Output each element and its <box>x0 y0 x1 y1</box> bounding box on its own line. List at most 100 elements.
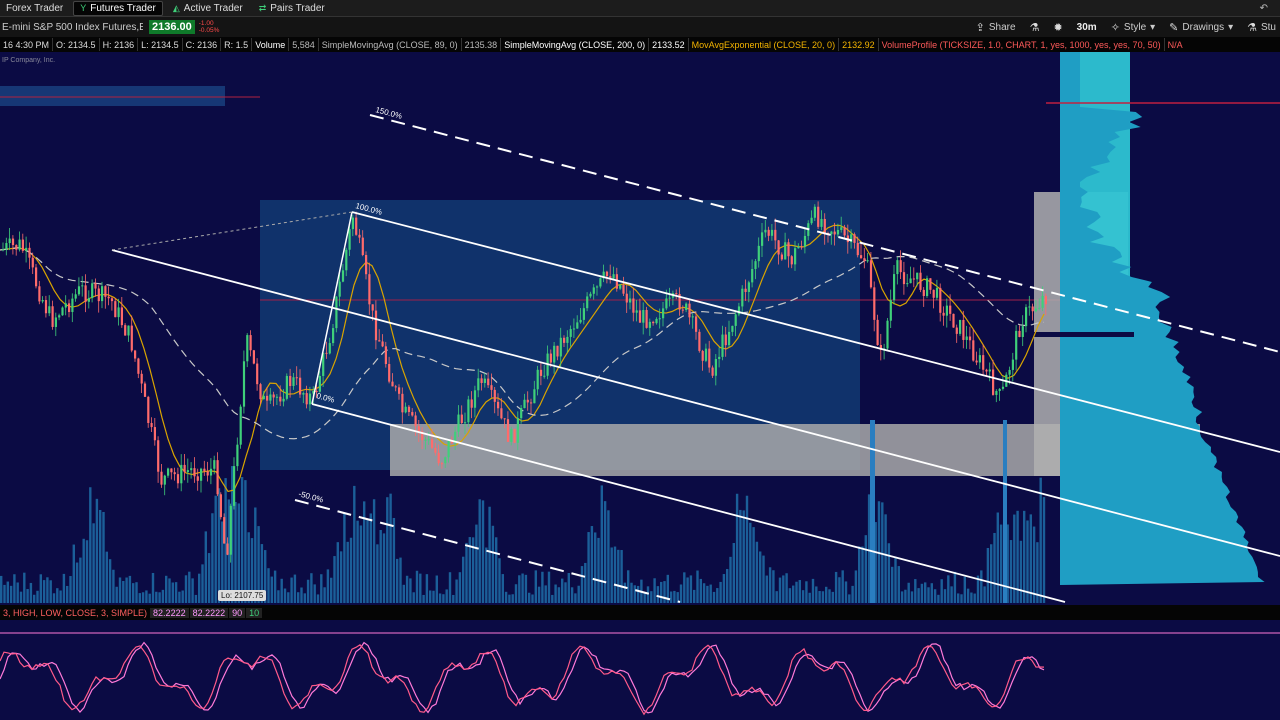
candle-body <box>28 247 31 258</box>
flask-button[interactable]: ⚗ <box>1030 21 1040 34</box>
volume-bar <box>267 568 270 603</box>
stochastic-k-value: 82.2222 <box>150 607 189 618</box>
candle-body <box>48 306 51 314</box>
volume-bar <box>775 591 778 603</box>
style-icon: ✧ <box>1110 21 1120 34</box>
volume-bar <box>927 587 930 603</box>
stochastic-label[interactable]: 3, HIGH, LOW, CLOSE, 3, SIMPLE) <box>0 608 150 618</box>
candle-body <box>995 391 998 395</box>
candle-body <box>800 246 803 248</box>
candle-body <box>929 278 932 290</box>
stochastic-d-value: 82.2222 <box>189 607 229 618</box>
symbol-description[interactable]: E-mini S&P 500 Index Futures,ETH (DEC 16… <box>0 22 143 33</box>
candle-body <box>1044 295 1047 305</box>
tab-pairs-trader[interactable]: ⇄ Pairs Trader <box>253 1 331 16</box>
studies-button[interactable]: ⚗ Stu <box>1247 21 1276 34</box>
volume-bar <box>966 588 970 603</box>
candle-body <box>599 278 602 287</box>
tab-forex-trader[interactable]: Forex Trader <box>0 1 69 16</box>
volume-bar <box>940 579 943 603</box>
candle-body <box>764 229 767 233</box>
settings-button[interactable]: ✹ <box>1053 21 1062 34</box>
candle-body <box>741 288 744 307</box>
volume-bar <box>128 575 132 603</box>
volume-bar <box>841 570 844 603</box>
tab-futures-trader[interactable]: Y Futures Trader <box>73 0 163 16</box>
candle-body <box>952 313 955 328</box>
candle-body <box>942 312 945 316</box>
tab-active-trader[interactable]: ◭ Active Trader <box>167 1 249 16</box>
candle-body <box>101 286 104 302</box>
back-icon[interactable]: ↶ <box>1260 3 1280 14</box>
volume-bar <box>669 591 673 603</box>
candle-body <box>279 396 282 402</box>
volume-bar <box>554 584 557 603</box>
candle-body <box>193 468 196 477</box>
candle-body <box>734 314 737 326</box>
candle-body <box>787 242 790 257</box>
volume-bar <box>960 594 963 603</box>
candle-body <box>388 364 391 382</box>
volume-bar <box>23 572 26 603</box>
stochastic-k-line <box>0 641 1045 714</box>
volume-bar <box>745 495 749 603</box>
candle-body <box>810 217 813 224</box>
candle-body <box>444 457 447 464</box>
style-button[interactable]: ✧ Style ▾ <box>1111 21 1155 34</box>
drawings-button[interactable]: ✎ Drawings ▾ <box>1169 21 1233 34</box>
candle-body <box>160 471 163 485</box>
candle-body <box>754 261 757 270</box>
volume-bar <box>867 494 871 603</box>
ema-label[interactable]: MovAvgExponential (CLOSE, 20, 0) <box>689 40 838 50</box>
candle-body <box>563 337 566 343</box>
sma89-label[interactable]: SimpleMovingAvg (CLOSE, 89, 0) <box>319 40 461 50</box>
candle-body <box>899 260 902 273</box>
volume-bar <box>442 594 445 603</box>
volume-bar <box>181 590 184 603</box>
candle-body <box>355 217 358 235</box>
volume-bar <box>72 544 75 603</box>
volume-bar <box>95 498 99 603</box>
price-chart[interactable]: 150.0% 100.0% 0.0% -50.0% <box>0 52 1280 605</box>
sma89-value: 2135.38 <box>464 39 498 50</box>
candle-body <box>2 249 5 251</box>
overbought-level: 90 <box>229 607 246 618</box>
candle-body <box>866 260 869 262</box>
volume-bar <box>115 586 118 603</box>
volume-bar <box>1042 497 1046 603</box>
copyright-text: IP Company, Inc. <box>2 57 56 64</box>
volume-bar <box>13 574 16 603</box>
candle-body <box>351 217 354 230</box>
candle-body <box>780 254 783 260</box>
share-button[interactable]: ⇪ Share <box>976 21 1016 34</box>
volume-bar <box>541 571 544 603</box>
volume-bar <box>990 544 993 603</box>
volume-bar <box>333 556 336 603</box>
volume-bar <box>339 551 343 603</box>
candle-body <box>219 494 222 518</box>
candle-body <box>447 440 450 458</box>
volume-bar <box>0 575 3 603</box>
candle-body <box>767 229 770 236</box>
volume-bar <box>300 587 303 603</box>
timeframe-button[interactable]: 30m <box>1077 22 1097 33</box>
sma200-label[interactable]: SimpleMovingAvg (CLOSE, 200, 0) <box>501 40 648 50</box>
chevron-down-icon: ▾ <box>1150 21 1156 33</box>
candle-body <box>341 270 345 282</box>
candle-body <box>856 242 859 256</box>
volume-profile-label[interactable]: VolumeProfile (TICKSIZE, 1.0, CHART, 1, … <box>879 40 1164 50</box>
candle-body <box>275 396 279 398</box>
volume-bar <box>85 540 89 603</box>
volume-bar <box>838 577 841 603</box>
volume-bar <box>422 594 425 603</box>
candle-body <box>652 321 655 324</box>
volume-bar <box>155 591 158 603</box>
volume-bar <box>336 542 339 603</box>
stochastic-chart[interactable] <box>0 620 1280 720</box>
volume-bar <box>415 570 419 603</box>
fib-label-150: 150.0% <box>374 105 403 121</box>
volume-bar <box>382 533 386 603</box>
volume-bar <box>696 570 699 603</box>
volume-label[interactable]: Volume <box>252 40 288 50</box>
volume-profile-value: N/A <box>1167 39 1183 50</box>
